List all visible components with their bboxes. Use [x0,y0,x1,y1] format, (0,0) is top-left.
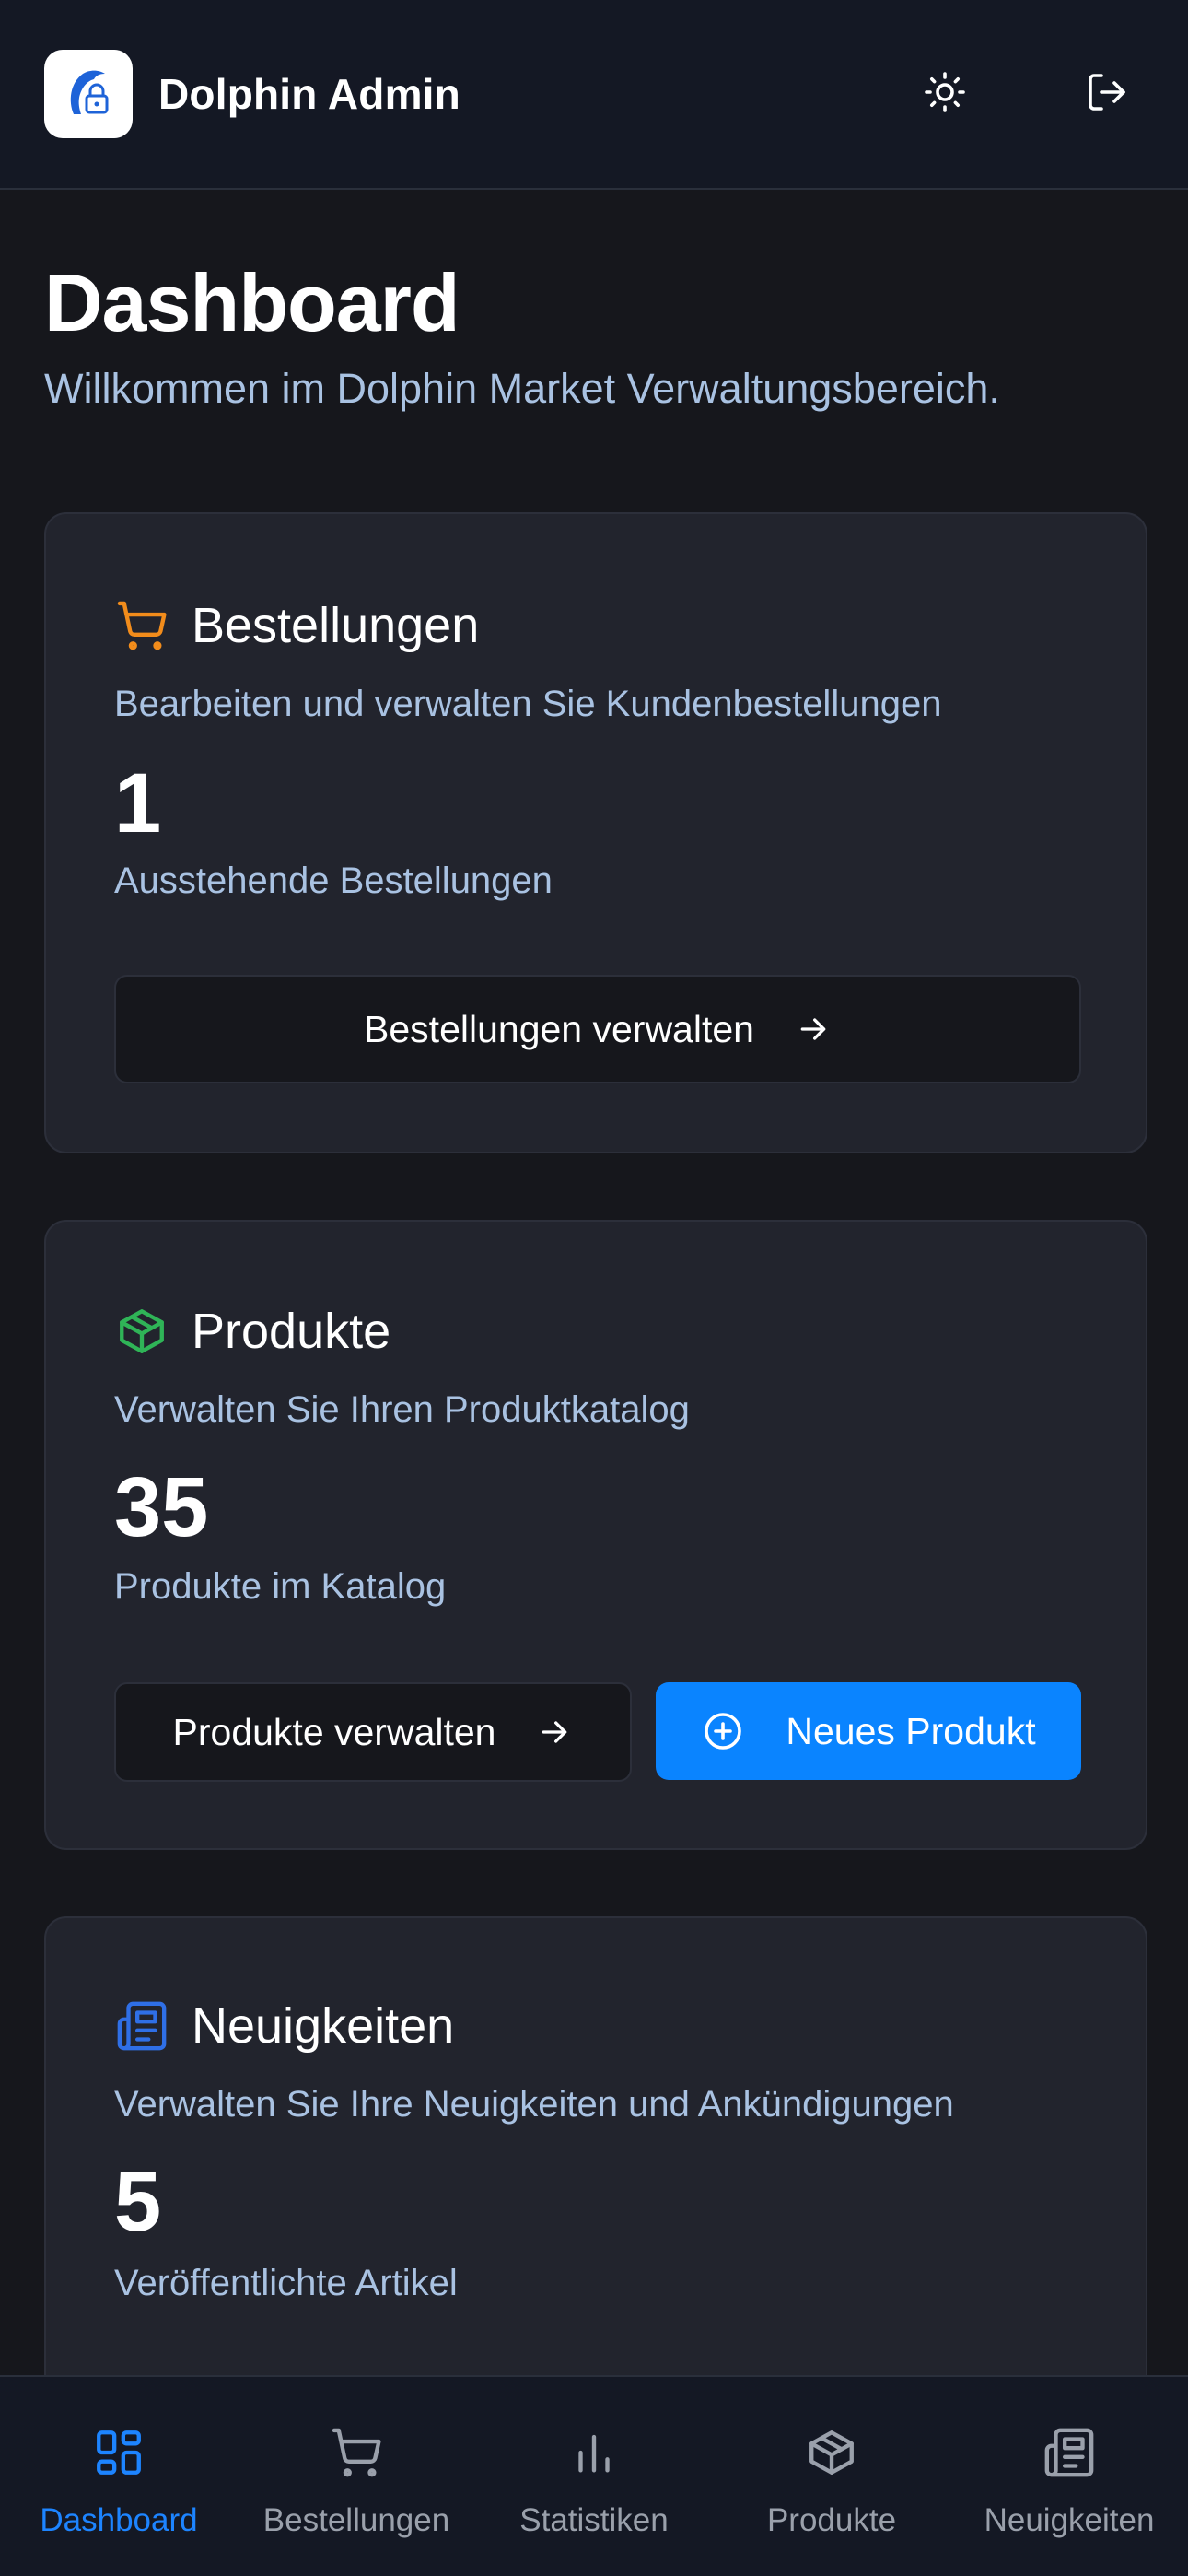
news-card-title: Neuigkeiten [192,1998,455,2054]
orders-card-title: Bestellungen [192,598,480,653]
products-card-header: Produkte [114,1303,390,1360]
orders-card-description: Bearbeiten und verwalten Sie Kundenbeste… [114,684,942,724]
orders-card: Bestellungen Bearbeiten und verwalten Si… [44,512,1147,1153]
plus-circle-icon [701,1709,745,1753]
page-subtitle: Willkommen im Dolphin Market Verwaltungs… [44,365,1000,412]
nav-label-orders: Bestellungen [262,2502,450,2538]
products-card: Produkte Verwalten Sie Ihren Produktkata… [44,1220,1147,1850]
news-card-description: Verwalten Sie Ihre Neuigkeiten und Ankün… [114,2084,954,2125]
dashboard-icon [89,2423,148,2482]
new-product-label: Neues Produkt [786,1709,1036,1752]
nav-item-products[interactable]: Produkte [716,2423,947,2539]
nav-label-news: Neuigkeiten [984,2502,1155,2538]
cart-icon [114,598,169,653]
dashboard-page: Dolphin Admin Dashboard Willkommen im Do… [0,0,1188,2576]
manage-orders-label: Bestellungen verwalten [364,1007,754,1050]
nav-item-news[interactable]: Neuigkeiten [954,2423,1184,2539]
products-count-label: Produkte im Katalog [114,1566,447,1607]
published-articles-label: Veröffentlichte Artikel [114,2263,458,2303]
manage-products-label: Produkte verwalten [172,1710,496,1753]
page-title: Dashboard [44,257,460,348]
news-card-header: Neuigkeiten [114,1997,454,2055]
nav-label-dashboard: Dashboard [40,2502,198,2538]
app-title: Dolphin Admin [158,70,460,118]
arrow-right-icon [795,1011,832,1048]
package-icon [802,2423,861,2482]
cart-icon [327,2423,386,2482]
newspaper-icon [1040,2423,1099,2482]
app-logo-icon[interactable] [44,50,133,138]
manage-orders-button[interactable]: Bestellungen verwalten [114,975,1081,1083]
products-card-title: Produkte [192,1304,391,1359]
logout-button[interactable] [1070,57,1144,131]
nav-item-dashboard[interactable]: Dashboard [4,2423,234,2539]
newspaper-icon [114,1998,169,2054]
news-card: Neuigkeiten Verwalten Sie Ihre Neuigkeit… [44,1916,1147,2432]
orders-card-header: Bestellungen [114,597,479,654]
products-count: 35 [114,1460,209,1554]
published-articles-count: 5 [114,2155,162,2249]
nav-label-products: Produkte [766,2502,897,2538]
new-product-button[interactable]: Neues Produkt [656,1682,1081,1780]
theme-toggle-button[interactable] [908,57,982,131]
manage-products-button[interactable]: Produkte verwalten [114,1682,632,1782]
pending-orders-label: Ausstehende Bestellungen [114,861,553,901]
nav-item-statistics[interactable]: Statistiken [479,2423,709,2539]
package-icon [114,1304,169,1359]
nav-item-orders[interactable]: Bestellungen [241,2423,472,2539]
bottom-navigation: Dashboard Bestellungen Statistiken Produ… [0,2375,1188,2576]
pending-orders-count: 1 [114,756,162,850]
sun-icon [923,70,967,119]
nav-label-statistics: Statistiken [519,2502,669,2538]
bar-chart-icon [565,2423,623,2482]
logout-icon [1085,70,1129,119]
arrow-right-icon [536,1714,573,1751]
products-card-description: Verwalten Sie Ihren Produktkatalog [114,1389,690,1430]
app-header: Dolphin Admin [0,0,1188,190]
